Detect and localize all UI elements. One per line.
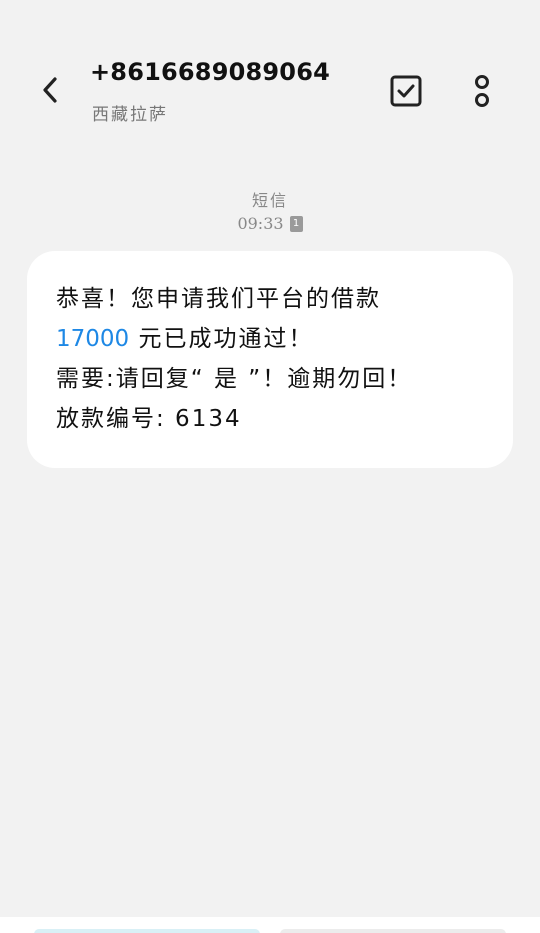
more-vertical-icon	[475, 75, 489, 107]
sms-conversation-screen: +8616689089064 西藏拉萨 短信 09:33 1 恭喜！您申请我们平…	[0, 0, 540, 933]
message-timestamp-row: 09:33 1	[0, 214, 540, 233]
amount-link[interactable]: 17000	[56, 326, 129, 352]
message-line-2-text: 元已成功通过！	[129, 326, 314, 352]
conversation-header: +8616689089064 西藏拉萨	[0, 0, 540, 150]
contact-number: +8616689089064	[90, 58, 330, 86]
chevron-left-icon	[43, 77, 57, 103]
quick-reply-chip[interactable]	[280, 929, 506, 933]
message-line-4: 放款编号: 6134	[56, 406, 242, 432]
back-button[interactable]	[30, 70, 70, 110]
checkbox-icon	[390, 75, 422, 107]
message-line-1: 恭喜！您申请我们平台的借款	[56, 286, 381, 312]
contact-location: 西藏拉萨	[92, 105, 168, 125]
more-options-button[interactable]	[462, 70, 502, 112]
select-messages-button[interactable]	[385, 70, 427, 112]
quick-reply-chip[interactable]	[34, 929, 260, 933]
channel-label: 短信	[251, 191, 288, 210]
message-line-3: 需要:请回复“ 是 ”！逾期勿回！	[56, 366, 413, 392]
message-line-2: 17000 元已成功通过！	[56, 319, 485, 359]
sim-slot-badge: 1	[289, 215, 303, 232]
message-bubble[interactable]: 恭喜！您申请我们平台的借款 17000 元已成功通过！ 需要:请回复“ 是 ”！…	[27, 251, 513, 468]
message-time: 09:33	[237, 214, 284, 233]
